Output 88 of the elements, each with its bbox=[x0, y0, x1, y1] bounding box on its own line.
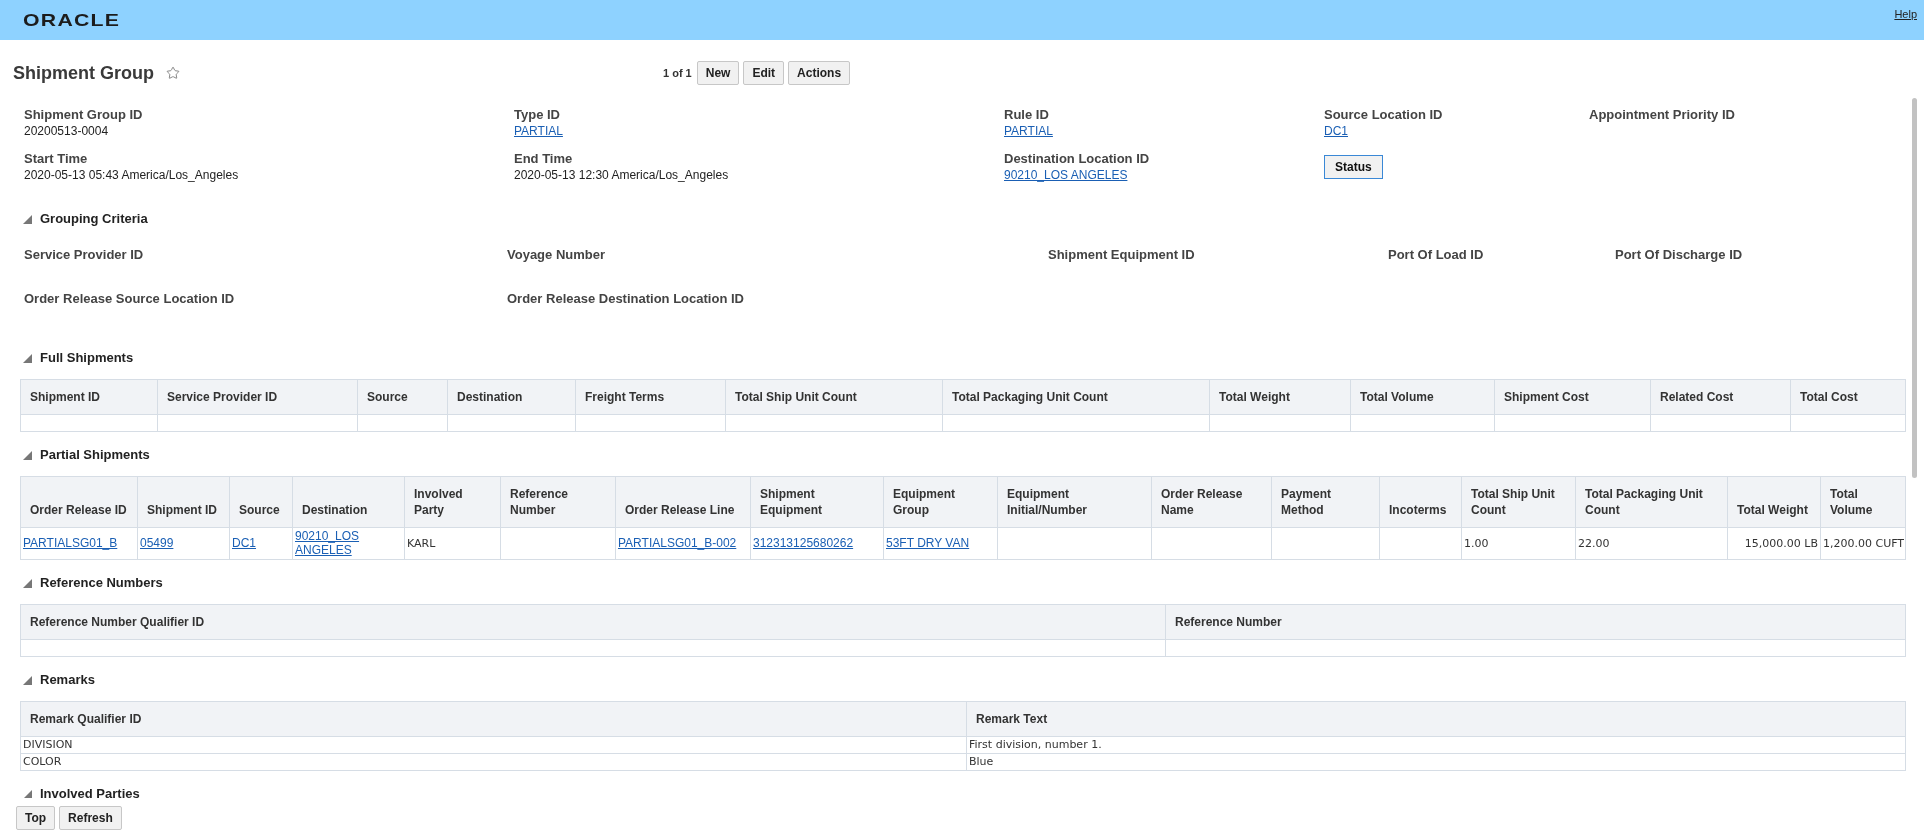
table-cell: 15,000.00 LB bbox=[1744, 536, 1818, 550]
column-header: Payment Method bbox=[1271, 476, 1380, 528]
field-link[interactable]: PARTIAL bbox=[1004, 123, 1053, 139]
column-header: Equipment Group bbox=[883, 476, 998, 528]
table-cell: DIVISION bbox=[23, 738, 73, 751]
section-title: Remarks bbox=[40, 671, 95, 690]
column-header: Remark Qualifier ID bbox=[20, 701, 967, 737]
column-header: Order Release ID bbox=[20, 476, 138, 528]
column-header: Order Release Line bbox=[615, 476, 751, 528]
column-header: Remark Text bbox=[966, 701, 1906, 737]
column-header: Order Release Name bbox=[1151, 476, 1272, 528]
favorite-star-icon[interactable] bbox=[166, 66, 180, 80]
column-header: Incoterms bbox=[1379, 476, 1462, 528]
section-title: Partial Shipments bbox=[40, 446, 150, 465]
field-label: Type ID bbox=[514, 106, 561, 123]
pager-text: 1 of 1 bbox=[663, 65, 692, 81]
column-header: Total Ship Unit Count bbox=[1461, 476, 1576, 528]
criteria-label: Shipment Equipment ID bbox=[1048, 246, 1196, 263]
field-label: Rule ID bbox=[1004, 106, 1050, 123]
section-title: Reference Numbers bbox=[40, 574, 163, 593]
column-header: Involved Party bbox=[404, 476, 501, 528]
column-header: Freight Terms bbox=[575, 379, 726, 415]
page-title: Shipment Group bbox=[13, 61, 154, 85]
column-header: Source bbox=[229, 476, 293, 528]
criteria-label: Port Of Discharge ID bbox=[1615, 246, 1744, 263]
field-link[interactable]: PARTIAL bbox=[514, 123, 563, 139]
table-cell: 1,200.00 CUFT bbox=[1823, 536, 1905, 550]
collapse-icon[interactable] bbox=[22, 214, 32, 224]
table-cell: Blue bbox=[969, 755, 994, 768]
column-header: Reference Number Qualifier ID bbox=[20, 604, 1166, 640]
field-link[interactable]: 90210_LOS ANGELES bbox=[1004, 167, 1128, 183]
collapse-icon[interactable] bbox=[22, 450, 32, 460]
collapse-icon[interactable] bbox=[22, 578, 32, 588]
oracle-logo[interactable]: ORACLE bbox=[23, 12, 121, 30]
column-header: Total Volume bbox=[1350, 379, 1495, 415]
table-cell: 22.00 bbox=[1578, 536, 1610, 550]
field-label: Source Location ID bbox=[1324, 106, 1444, 123]
collapse-icon[interactable] bbox=[22, 675, 32, 685]
column-header: Service Provider ID bbox=[157, 379, 358, 415]
column-header: Shipment ID bbox=[137, 476, 230, 528]
column-header: Shipment ID bbox=[20, 379, 158, 415]
table-cell: First division, number 1. bbox=[969, 738, 1102, 751]
criteria-label: Port Of Load ID bbox=[1388, 246, 1485, 263]
table-cell: COLOR bbox=[23, 755, 62, 768]
criteria-label: Service Provider ID bbox=[24, 246, 145, 263]
toolbar-button[interactable]: Edit bbox=[743, 61, 785, 85]
column-header: Source bbox=[357, 379, 448, 415]
table-link[interactable]: 05499 bbox=[140, 536, 174, 550]
column-header: Shipment Equipment bbox=[750, 476, 884, 528]
column-header: Related Cost bbox=[1650, 379, 1791, 415]
table-cell: 1.00 bbox=[1464, 536, 1489, 550]
section-title: Involved Parties bbox=[40, 785, 140, 804]
column-header: Reference Number bbox=[500, 476, 616, 528]
collapse-icon[interactable] bbox=[22, 353, 32, 363]
toolbar-button[interactable]: New bbox=[696, 61, 740, 85]
section-title: Full Shipments bbox=[40, 349, 134, 368]
field-label: Shipment Group ID bbox=[24, 106, 144, 123]
column-header: Total Packaging Unit Count bbox=[942, 379, 1210, 415]
table-cell: KARL bbox=[407, 536, 436, 550]
criteria-label: Voyage Number bbox=[507, 246, 606, 263]
column-header: Total Cost bbox=[1790, 379, 1906, 415]
field-label: Start Time bbox=[24, 150, 89, 167]
field-label: Destination Location ID bbox=[1004, 150, 1151, 167]
field-value: 2020-05-13 05:43 America/Los_Angeles bbox=[24, 167, 240, 183]
column-header: Equipment Initial/Number bbox=[997, 476, 1152, 528]
field-value: 20200513-0004 bbox=[24, 123, 110, 139]
column-header: Destination bbox=[447, 379, 576, 415]
field-value: 2020-05-13 12:30 America/Los_Angeles bbox=[514, 167, 730, 183]
column-header: Reference Number bbox=[1165, 604, 1906, 640]
column-header: Total Volume bbox=[1820, 476, 1906, 528]
column-header: Total Weight bbox=[1209, 379, 1351, 415]
column-header: Total Weight bbox=[1727, 476, 1821, 528]
column-header: Total Packaging Unit Count bbox=[1575, 476, 1728, 528]
column-header: Total Ship Unit Count bbox=[725, 379, 943, 415]
criteria-label: Order Release Source Location ID bbox=[24, 290, 236, 307]
footer-button[interactable]: Refresh bbox=[59, 806, 122, 830]
column-header: Shipment Cost bbox=[1494, 379, 1651, 415]
field-link[interactable]: DC1 bbox=[1324, 123, 1348, 139]
toolbar-button[interactable]: Actions bbox=[788, 61, 851, 85]
footer-button[interactable]: Top bbox=[16, 806, 56, 830]
criteria-label: Order Release Destination Location ID bbox=[507, 290, 745, 307]
field-label: Appointment Priority ID bbox=[1589, 106, 1736, 123]
column-header: Destination bbox=[292, 476, 405, 528]
field-label: End Time bbox=[514, 150, 574, 167]
help-link[interactable]: Help bbox=[1894, 6, 1917, 23]
table-link[interactable]: DC1 bbox=[232, 536, 256, 550]
section-title: Grouping Criteria bbox=[40, 210, 148, 229]
status-button[interactable]: Status bbox=[1324, 155, 1383, 179]
